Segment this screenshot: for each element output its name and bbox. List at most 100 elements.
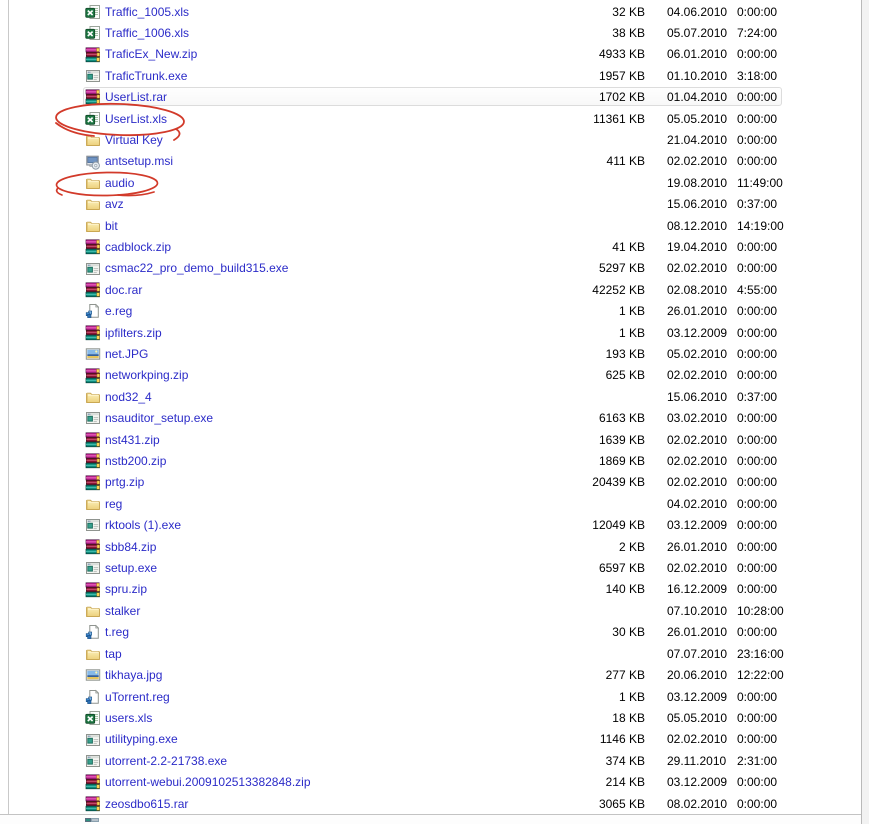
file-date: 05.02.2010 bbox=[667, 347, 728, 361]
file-name[interactable]: prtg.zip bbox=[105, 475, 144, 489]
file-row[interactable]: Traffic_1006.xls 38 KB 05.07.2010 7:24:0… bbox=[0, 22, 862, 43]
file-name[interactable]: reg bbox=[105, 497, 122, 511]
file-row[interactable]: prtg.zip 20439 KB 02.02.2010 0:00:00 bbox=[0, 472, 862, 493]
file-time: 10:28:00 bbox=[737, 603, 784, 618]
file-size: 1639 KB bbox=[598, 432, 645, 447]
file-time: 12:22:00 bbox=[737, 668, 784, 683]
file-name[interactable]: utorrent-webui.2009102513382848.zip bbox=[105, 775, 311, 789]
file-name[interactable]: bit bbox=[105, 219, 118, 233]
file-name[interactable]: nod32_4 bbox=[105, 390, 152, 404]
file-name[interactable]: networkping.zip bbox=[105, 368, 188, 382]
file-row[interactable]: utilityping.exe 1146 KB 02.02.2010 0:00:… bbox=[0, 729, 862, 750]
file-name[interactable]: uTorrent.reg bbox=[105, 690, 170, 704]
file-row[interactable]: nst431.zip 1639 KB 02.02.2010 0:00:00 bbox=[0, 429, 862, 450]
file-row[interactable]: sbb84.zip 2 KB 26.01.2010 0:00:00 bbox=[0, 536, 862, 557]
winrar-archive-icon bbox=[85, 475, 101, 491]
file-size: 1 KB bbox=[618, 689, 645, 704]
excel-file-icon bbox=[85, 710, 101, 726]
file-row[interactable]: reg 04.02.2010 0:00:00 bbox=[0, 493, 862, 514]
file-name[interactable]: spru.zip bbox=[105, 582, 147, 596]
file-row[interactable]: nod32_4 15.06.2010 0:37:00 bbox=[0, 386, 862, 407]
file-name[interactable]: UserList.rar bbox=[105, 90, 167, 104]
file-row[interactable]: UserList.xls 11361 KB 05.05.2010 0:00:00 bbox=[0, 108, 862, 129]
file-row[interactable]: Virtual Key 21.04.2010 0:00:00 bbox=[0, 129, 862, 150]
file-row[interactable]: Traffic_1005.xls 32 KB 04.06.2010 0:00:0… bbox=[0, 1, 862, 22]
file-row[interactable]: TraficEx_New.zip 4933 KB 06.01.2010 0:00… bbox=[0, 44, 862, 65]
file-name[interactable]: Traffic_1006.xls bbox=[105, 26, 189, 40]
file-name[interactable]: zeosdbo615.rar bbox=[105, 797, 188, 811]
file-row[interactable]: TraficTrunk.exe 1957 KB 01.10.2010 3:18:… bbox=[0, 65, 862, 86]
file-name[interactable]: Virtual Key bbox=[105, 133, 163, 147]
file-row[interactable]: rktools (1).exe 12049 KB 03.12.2009 0:00… bbox=[0, 515, 862, 536]
file-row[interactable]: avz 15.06.2010 0:37:00 bbox=[0, 194, 862, 215]
file-time: 0:00:00 bbox=[737, 518, 778, 533]
file-row[interactable]: nsauditor_setup.exe 6163 KB 03.02.2010 0… bbox=[0, 408, 862, 429]
file-row[interactable]: UserList.rar 1702 KB 01.04.2010 0:00:00 bbox=[0, 87, 862, 108]
file-name[interactable]: doc.rar bbox=[105, 283, 142, 297]
file-name[interactable]: avz bbox=[105, 197, 124, 211]
file-row[interactable]: t.reg 30 KB 26.01.2010 0:00:00 bbox=[0, 622, 862, 643]
file-name[interactable]: TraficTrunk.exe bbox=[105, 69, 187, 83]
file-row[interactable]: users.xls 18 KB 05.05.2010 0:00:00 bbox=[0, 707, 862, 728]
file-name[interactable]: TraficEx_New.zip bbox=[105, 47, 197, 61]
file-time: 0:00:00 bbox=[737, 4, 778, 19]
file-name[interactable]: ipfilters.zip bbox=[105, 326, 162, 340]
file-row[interactable]: tikhaya.jpg 277 KB 20.06.2010 12:22:00 bbox=[0, 665, 862, 686]
file-time: 0:00:00 bbox=[737, 261, 778, 276]
file-name[interactable]: tikhaya.jpg bbox=[105, 668, 162, 682]
scrollbar-gutter[interactable] bbox=[862, 0, 869, 824]
file-row[interactable]: cadblock.zip 41 KB 19.04.2010 0:00:00 bbox=[0, 236, 862, 257]
file-row[interactable]: antsetup.msi 411 KB 02.02.2010 0:00:00 bbox=[0, 151, 862, 172]
image-file-icon bbox=[85, 346, 101, 362]
file-row[interactable]: utorrent-2.2-21738.exe 374 KB 29.11.2010… bbox=[0, 750, 862, 771]
file-name[interactable]: utorrent-2.2-21738.exe bbox=[105, 754, 227, 768]
file-date: 02.08.2010 bbox=[667, 282, 728, 297]
file-row[interactable]: bit 08.12.2010 14:19:00 bbox=[0, 215, 862, 236]
file-row[interactable]: utorrent-webui.2009102513382848.zip 214 … bbox=[0, 772, 862, 793]
file-time: 0:00:00 bbox=[737, 304, 778, 319]
file-row[interactable]: networkping.zip 625 KB 02.02.2010 0:00:0… bbox=[0, 365, 862, 386]
winrar-archive-icon bbox=[85, 325, 101, 341]
file-time: 0:00:00 bbox=[737, 561, 778, 576]
file-name[interactable]: setup.exe bbox=[105, 561, 157, 575]
file-row[interactable]: setup.exe 6597 KB 02.02.2010 0:00:00 bbox=[0, 558, 862, 579]
file-name[interactable]: nstb200.zip bbox=[105, 454, 166, 468]
file-row[interactable]: tap 07.07.2010 23:16:00 bbox=[0, 643, 862, 664]
file-row[interactable]: net.JPG 193 KB 05.02.2010 0:00:00 bbox=[0, 344, 862, 365]
file-name[interactable]: stalker bbox=[105, 604, 140, 618]
file-date: 02.02.2010 bbox=[667, 261, 728, 276]
file-row[interactable]: doc.rar 42252 KB 02.08.2010 4:55:00 bbox=[0, 279, 862, 300]
file-row[interactable]: csmac22_pro_demo_build315.exe 5297 KB 02… bbox=[0, 258, 862, 279]
file-name[interactable]: UserList.xls bbox=[105, 112, 167, 126]
file-name[interactable]: sbb84.zip bbox=[105, 540, 156, 554]
file-name[interactable]: t.reg bbox=[105, 625, 129, 639]
file-name[interactable]: tap bbox=[105, 647, 122, 661]
file-date: 26.01.2010 bbox=[667, 539, 728, 554]
file-name[interactable]: antsetup.msi bbox=[105, 154, 173, 168]
file-row[interactable]: uTorrent.reg 1 KB 03.12.2009 0:00:00 bbox=[0, 686, 862, 707]
file-time: 0:00:00 bbox=[737, 325, 778, 340]
file-name[interactable]: users.xls bbox=[105, 711, 152, 725]
file-row[interactable]: e.reg 1 KB 26.01.2010 0:00:00 bbox=[0, 301, 862, 322]
file-date: 02.02.2010 bbox=[667, 368, 728, 383]
file-name[interactable]: e.reg bbox=[105, 304, 132, 318]
file-row[interactable]: audio 19.08.2010 11:49:00 bbox=[0, 172, 862, 193]
file-name[interactable]: cadblock.zip bbox=[105, 240, 171, 254]
file-row[interactable]: stalker 07.10.2010 10:28:00 bbox=[0, 600, 862, 621]
file-name[interactable]: Traffic_1005.xls bbox=[105, 5, 189, 19]
file-name[interactable]: rktools (1).exe bbox=[105, 518, 181, 532]
file-time: 0:37:00 bbox=[737, 197, 778, 212]
file-name[interactable]: net.JPG bbox=[105, 347, 148, 361]
file-name[interactable]: nst431.zip bbox=[105, 433, 160, 447]
file-name[interactable]: utilityping.exe bbox=[105, 732, 178, 746]
file-name[interactable]: nsauditor_setup.exe bbox=[105, 411, 213, 425]
file-size: 5297 KB bbox=[598, 261, 645, 276]
folder-icon bbox=[85, 196, 101, 212]
file-row[interactable]: zeosdbo615.rar 3065 KB 08.02.2010 0:00:0… bbox=[0, 793, 862, 814]
file-row[interactable]: nstb200.zip 1869 KB 02.02.2010 0:00:00 bbox=[0, 451, 862, 472]
file-row[interactable]: ipfilters.zip 1 KB 03.12.2009 0:00:00 bbox=[0, 322, 862, 343]
file-name[interactable]: csmac22_pro_demo_build315.exe bbox=[105, 261, 288, 275]
file-row[interactable]: spru.zip 140 KB 16.12.2009 0:00:00 bbox=[0, 579, 862, 600]
file-name[interactable]: audio bbox=[105, 176, 134, 190]
file-size: 38 KB bbox=[612, 25, 645, 40]
